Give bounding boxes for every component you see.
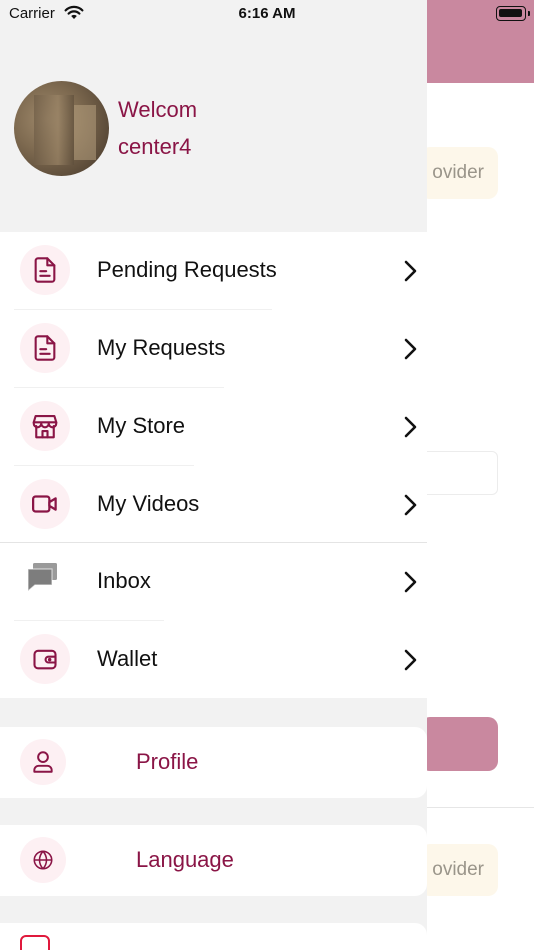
background-input-field[interactable] (420, 451, 498, 495)
video-icon (20, 479, 70, 529)
username-text: center4 (118, 134, 192, 159)
language-label: Language (136, 847, 234, 872)
navigation-drawer: Welcom center4 Pending Requests My Reque… (0, 0, 427, 950)
menu-item-wallet[interactable]: Wallet (0, 621, 427, 698)
background-provider-chip[interactable]: ovider (420, 147, 498, 199)
profile-label: Profile (136, 749, 199, 774)
store-icon (20, 401, 70, 451)
background-provider-chip-2[interactable]: ovider (420, 844, 498, 896)
globe-icon (20, 837, 66, 883)
document-icon (20, 323, 70, 373)
chevron-right-icon (404, 416, 417, 438)
language-card[interactable]: Language (0, 825, 427, 896)
battery-icon (496, 6, 530, 21)
drawer-menu: Pending Requests My Requests My Store My… (0, 232, 427, 698)
menu-item-label: Pending Requests (97, 257, 277, 282)
menu-item-label: My Store (97, 413, 186, 438)
menu-item-pending-requests[interactable]: Pending Requests (0, 232, 427, 309)
chevron-right-icon (404, 494, 417, 516)
menu-item-label: My Requests (97, 335, 226, 360)
menu-item-label: My Videos (97, 491, 200, 516)
chevron-right-icon (404, 260, 417, 282)
background-divider (427, 807, 534, 808)
menu-item-inbox[interactable]: Inbox (0, 543, 427, 620)
menu-item-my-videos[interactable]: My Videos (0, 466, 427, 543)
status-bar: Carrier 6:16 AM (0, 0, 534, 28)
logout-card[interactable] (0, 923, 427, 950)
wallet-icon (20, 634, 70, 684)
chevron-right-icon (404, 338, 417, 360)
chat-icon (22, 557, 62, 597)
avatar[interactable] (14, 81, 109, 176)
logout-icon (20, 935, 50, 950)
clock: 6:16 AM (238, 5, 296, 22)
chevron-right-icon (404, 649, 417, 671)
drawer-header: Welcom center4 (0, 0, 427, 232)
welcome-text: Welcom (118, 97, 198, 122)
menu-item-my-store[interactable]: My Store (0, 388, 427, 465)
menu-item-label: Wallet (97, 646, 158, 671)
menu-item-my-requests[interactable]: My Requests (0, 310, 427, 387)
menu-item-label: Inbox (97, 568, 151, 593)
chevron-right-icon (404, 571, 417, 593)
document-icon (20, 245, 70, 295)
profile-card[interactable]: Profile (0, 727, 427, 798)
background-primary-button[interactable] (420, 717, 498, 771)
user-icon (20, 739, 66, 785)
